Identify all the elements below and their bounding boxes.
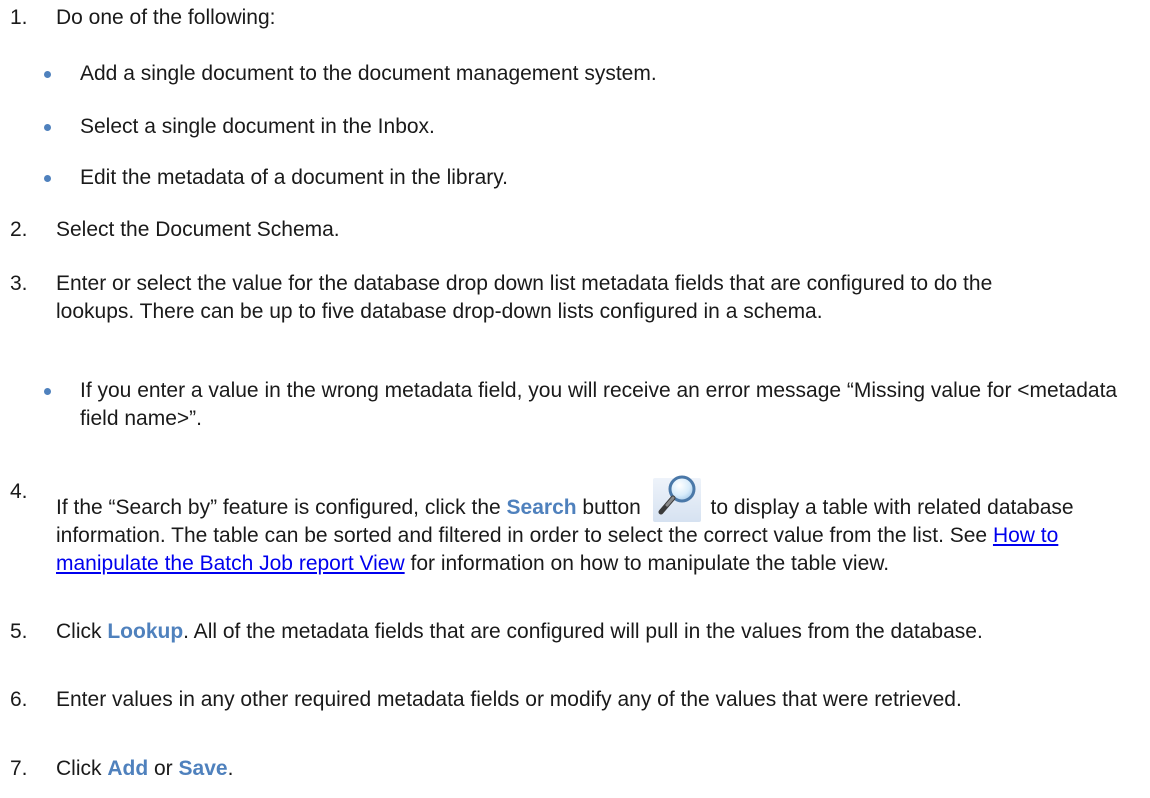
step-text-part: Click <box>56 620 108 643</box>
step-text: Select the Document Schema. <box>56 218 340 241</box>
add-button-label: Add <box>107 757 149 780</box>
step-number: 5. <box>10 620 28 643</box>
procedure-document: 1. Do one of the following: Add a single… <box>0 0 1150 798</box>
step-number: 1. <box>10 6 28 29</box>
save-button-label: Save <box>178 757 228 780</box>
bullet-text: Edit the metadata of a document in the l… <box>80 166 509 189</box>
step-number: 2. <box>10 218 28 241</box>
magnifier-icon <box>658 475 696 515</box>
step-text-part: If the “Search by” feature is configured… <box>56 496 507 519</box>
bullet-text: If you enter a value in the wrong metada… <box>80 379 1118 430</box>
step-text: Do one of the following: <box>56 6 276 29</box>
step-text-part: . All of the metadata fields that are co… <box>183 620 983 643</box>
step-7: 7. Click Add or Save. <box>10 755 1130 783</box>
step-text: Click Add or Save. <box>56 755 1130 783</box>
step-number: 3. <box>10 272 28 295</box>
step-number: 4. <box>10 480 28 503</box>
step-text: Enter or select the value for the databa… <box>56 272 993 323</box>
bullet-item: If you enter a value in the wrong metada… <box>40 377 1140 433</box>
step-text-part: . <box>227 757 234 780</box>
bullet-dot-icon <box>44 124 51 131</box>
search-button[interactable] <box>652 475 701 522</box>
step-text: Enter values in any other required metad… <box>56 688 962 711</box>
bullet-text: Select a single document in the Inbox. <box>80 115 435 138</box>
bullet-dot-icon <box>44 388 51 395</box>
step-1: 1. Do one of the following: <box>10 4 1130 32</box>
step-text-part: button <box>576 496 647 519</box>
step-3: 3. Enter or select the value for the dat… <box>10 270 1010 326</box>
step-text-part: or <box>148 757 179 780</box>
bullet-item: Select a single document in the Inbox. <box>40 113 1130 141</box>
step-number: 7. <box>10 757 28 780</box>
step-2: 2. Select the Document Schema. <box>10 216 1130 244</box>
step-text: If the “Search by” feature is configured… <box>56 475 1100 578</box>
step-text-part: Click <box>56 757 108 780</box>
bullet-dot-icon <box>44 71 51 78</box>
bullet-item: Edit the metadata of a document in the l… <box>40 164 1130 192</box>
step-text-part: for information on how to manipulate the… <box>404 552 890 575</box>
bullet-text: Add a single document to the document ma… <box>80 62 657 85</box>
bullet-item: Add a single document to the document ma… <box>40 60 1130 88</box>
search-button-label: Search <box>506 496 577 519</box>
step-6: 6. Enter values in any other required me… <box>10 686 1100 714</box>
step-number: 6. <box>10 688 28 711</box>
step-4: 4. If the “Search by” feature is configu… <box>10 475 1100 578</box>
step-5: 5. Click Lookup. All of the metadata fie… <box>10 618 1100 646</box>
step-text: Click Lookup. All of the metadata fields… <box>56 618 1100 646</box>
bullet-dot-icon <box>44 175 51 182</box>
lookup-button-label: Lookup <box>107 620 184 643</box>
